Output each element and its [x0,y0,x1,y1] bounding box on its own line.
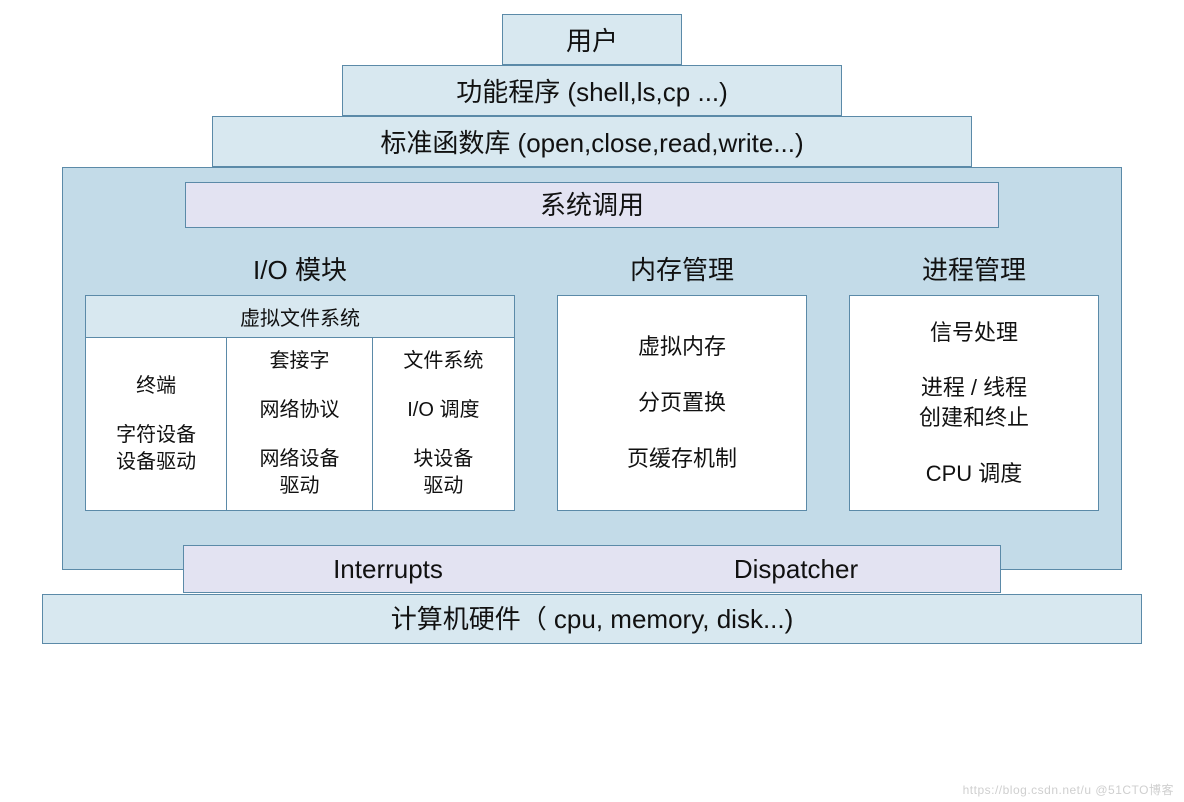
hardware-layer: 计算机硬件（ cpu, memory, disk...) [42,594,1142,644]
col-proc: 进程管理 信号处理 进程 / 线程 创建和终止 CPU 调度 [849,240,1099,511]
proc-panel: 信号处理 进程 / 线程 创建和终止 CPU 调度 [849,295,1099,511]
kernel-columns: I/O 模块 虚拟文件系统 终端 字符设备 设备驱动 套接字 网络协议 网络设备… [85,240,1099,511]
proc-signal: 信号处理 [930,318,1018,348]
mem-vmem: 虚拟内存 [638,332,726,362]
syscall-bar: 系统调用 [185,182,999,228]
interrupt-dispatcher-bar: Interrupts Dispatcher [183,545,1001,593]
mem-cache: 页缓存机制 [627,444,737,474]
mem-title: 内存管理 [557,240,807,295]
io-char-driver: 字符设备 设备驱动 [116,422,196,476]
io-block-driver: 块设备 驱动 [413,446,473,500]
layer-user: 用户 [502,14,682,65]
io-iosched: I/O 调度 [407,397,479,424]
col-io: I/O 模块 虚拟文件系统 终端 字符设备 设备驱动 套接字 网络协议 网络设备… [85,240,515,511]
io-row: 终端 字符设备 设备驱动 套接字 网络协议 网络设备 驱动 文件系统 I/O 调… [86,338,514,510]
io-cell-fs: 文件系统 I/O 调度 块设备 驱动 [373,338,514,510]
io-cell-network: 套接字 网络协议 网络设备 驱动 [227,338,373,510]
proc-thread: 进程 / 线程 创建和终止 [919,373,1029,432]
col-mem: 内存管理 虚拟内存 分页置换 页缓存机制 [557,240,807,511]
io-net-driver: 网络设备 驱动 [259,446,339,500]
kernel-container: 系统调用 I/O 模块 虚拟文件系统 终端 字符设备 设备驱动 套接字 网络协议… [62,167,1122,570]
mem-paging: 分页置换 [638,388,726,418]
io-net-proto: 网络协议 [259,397,339,424]
io-box: 虚拟文件系统 终端 字符设备 设备驱动 套接字 网络协议 网络设备 驱动 文件系… [85,295,515,511]
layer-shell: 功能程序 (shell,ls,cp ...) [342,65,842,116]
io-filesystem: 文件系统 [403,348,483,375]
mem-panel: 虚拟内存 分页置换 页缓存机制 [557,295,807,511]
dispatcher-label: Dispatcher [592,546,1000,592]
proc-sched: CPU 调度 [926,459,1023,489]
io-socket: 套接字 [269,348,329,375]
proc-title: 进程管理 [849,240,1099,295]
io-vfs: 虚拟文件系统 [86,296,514,338]
interrupts-label: Interrupts [184,546,592,592]
watermark: https://blog.csdn.net/u @51CTO博客 [963,781,1174,798]
io-title: I/O 模块 [85,240,515,295]
io-cell-terminal: 终端 字符设备 设备驱动 [86,338,227,510]
layer-stdlib: 标准函数库 (open,close,read,write...) [212,116,972,167]
io-terminal: 终端 [136,373,176,400]
